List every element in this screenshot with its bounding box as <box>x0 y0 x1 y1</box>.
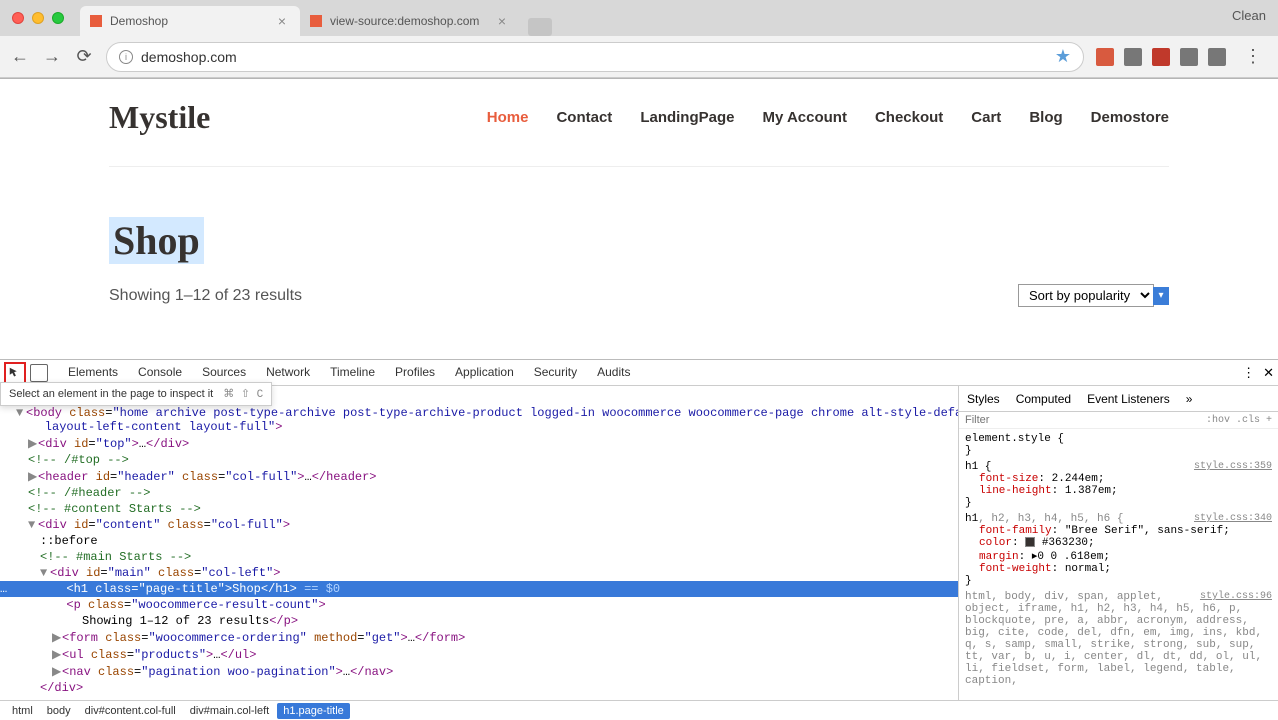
breadcrumb-item[interactable]: h1.page-title <box>277 703 350 719</box>
styles-tab-listeners[interactable]: Event Listeners <box>1079 388 1178 410</box>
source-link[interactable]: style.css:359 <box>1194 461 1272 472</box>
styles-panel: Styles Computed Event Listeners » :hov .… <box>958 386 1278 700</box>
rule-selector: html, body, div, span, applet, object, i… <box>965 591 1272 687</box>
source-link[interactable]: style.css:340 <box>1194 513 1272 524</box>
back-button[interactable]: ← <box>10 47 30 67</box>
forward-button[interactable]: → <box>42 47 62 67</box>
browser-tab-1[interactable]: view-source:demoshop.com × <box>300 6 520 36</box>
breadcrumb-item[interactable]: div#content.col-full <box>79 703 182 719</box>
styles-filter-input[interactable] <box>965 414 1206 426</box>
site-info-icon[interactable]: i <box>119 50 133 64</box>
nav-blog[interactable]: Blog <box>1029 109 1062 126</box>
styles-rules[interactable]: element.style { } style.css:359 h1 { fon… <box>959 429 1278 700</box>
close-tab-icon[interactable]: × <box>274 13 290 29</box>
url-text: demoshop.com <box>141 49 237 65</box>
devtools-close-icon[interactable]: ✕ <box>1263 365 1274 381</box>
tab-audits[interactable]: Audits <box>587 360 640 386</box>
extension-icon[interactable] <box>1124 48 1142 66</box>
extension-icon[interactable] <box>1096 48 1114 66</box>
extension-icon[interactable] <box>1152 48 1170 66</box>
nav-cart[interactable]: Cart <box>971 109 1001 126</box>
page-title: Shop <box>109 217 204 264</box>
reload-button[interactable]: ⟳ <box>74 47 94 67</box>
window-minimize[interactable] <box>32 12 44 24</box>
styles-tab-computed[interactable]: Computed <box>1008 388 1079 410</box>
nav-account[interactable]: My Account <box>763 109 847 126</box>
device-toolbar-button[interactable] <box>30 364 48 382</box>
bookmark-star-icon[interactable]: ★ <box>1055 46 1071 67</box>
devtools-menu-icon[interactable]: ⋮ <box>1242 365 1255 381</box>
window-close[interactable] <box>12 12 24 24</box>
address-bar[interactable]: i demoshop.com ★ <box>106 42 1084 72</box>
tab-timeline[interactable]: Timeline <box>320 360 385 386</box>
nav-demostore[interactable]: Demostore <box>1091 109 1169 126</box>
window-maximize[interactable] <box>52 12 64 24</box>
tab-title: Demoshop <box>110 14 274 28</box>
favicon-icon <box>310 15 322 27</box>
browser-toolbar: ← → ⟳ i demoshop.com ★ ⋮ <box>0 36 1278 78</box>
favicon-icon <box>90 15 102 27</box>
breadcrumb-item[interactable]: body <box>41 703 77 719</box>
styles-tab-more-icon[interactable]: » <box>1178 388 1201 410</box>
nav-home[interactable]: Home <box>487 109 529 126</box>
add-rule-button[interactable]: + <box>1266 415 1272 426</box>
selected-dom-node: … <h1 class="page-title">Shop</h1> == $0 <box>0 581 958 597</box>
result-count: Showing 1–12 of 23 results <box>109 287 302 305</box>
breadcrumb-item[interactable]: html <box>6 703 39 719</box>
close-tab-icon[interactable]: × <box>494 13 510 29</box>
profile-label[interactable]: Clean <box>1232 8 1266 23</box>
styles-tab-styles[interactable]: Styles <box>959 388 1008 410</box>
tab-title: view-source:demoshop.com <box>330 14 494 28</box>
nav-contact[interactable]: Contact <box>556 109 612 126</box>
dom-breadcrumb: html body div#content.col-full div#main.… <box>0 700 1278 720</box>
inspect-element-button[interactable] <box>4 362 26 384</box>
tab-application[interactable]: Application <box>445 360 524 386</box>
extension-icon[interactable] <box>1208 48 1226 66</box>
devtools: Elements Console Sources Network Timelin… <box>0 359 1278 720</box>
nav-landing[interactable]: LandingPage <box>640 109 734 126</box>
source-link[interactable]: style.css:96 <box>1200 591 1272 602</box>
hov-toggle[interactable]: :hov <box>1206 415 1230 426</box>
tab-strip: Demoshop × view-source:demoshop.com × Cl… <box>0 0 1278 36</box>
extension-icon[interactable] <box>1180 48 1198 66</box>
browser-menu-icon[interactable]: ⋮ <box>1238 46 1268 67</box>
primary-nav: Home Contact LandingPage My Account Chec… <box>487 109 1169 126</box>
tab-profiles[interactable]: Profiles <box>385 360 445 386</box>
site-logo[interactable]: Mystile <box>109 99 210 136</box>
rule-selector: element.style { <box>965 433 1272 445</box>
breadcrumb-item[interactable]: div#main.col-left <box>184 703 275 719</box>
browser-tab-0[interactable]: Demoshop × <box>80 6 300 36</box>
cls-toggle[interactable]: .cls <box>1236 415 1260 426</box>
inspect-tooltip: Select an element in the page to inspect… <box>0 382 272 406</box>
sort-select[interactable]: Sort by popularity <box>1018 284 1154 307</box>
elements-tree[interactable]: ▶<head>…</head> ▼<body class="home archi… <box>0 386 958 700</box>
nav-checkout[interactable]: Checkout <box>875 109 943 126</box>
tab-security[interactable]: Security <box>524 360 587 386</box>
select-arrow-icon[interactable]: ▾ <box>1153 287 1169 305</box>
page-viewport: Mystile Home Contact LandingPage My Acco… <box>0 79 1278 359</box>
new-tab-button[interactable] <box>528 18 552 36</box>
